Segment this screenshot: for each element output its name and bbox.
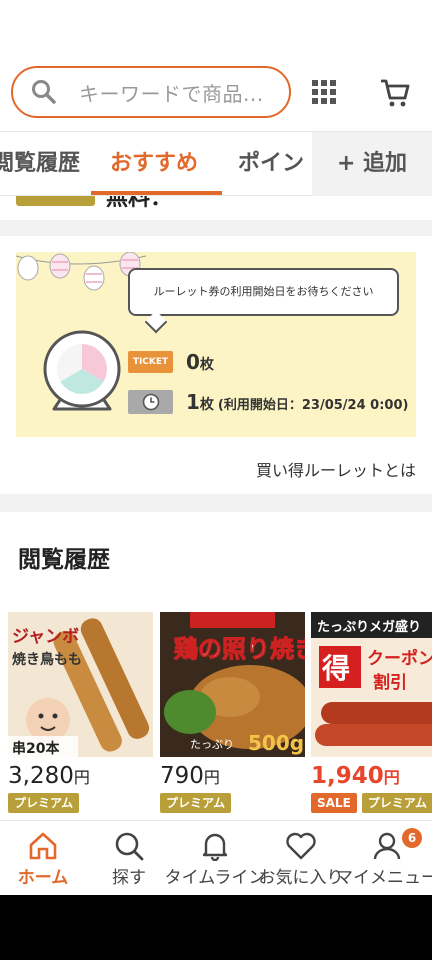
search-icon: [115, 832, 144, 861]
home-icon: [29, 832, 57, 860]
user-icon: [373, 832, 401, 860]
svg-text:割引: 割引: [373, 672, 407, 693]
svg-text:たっぷり: たっぷり: [190, 738, 234, 751]
notification-badge: 6: [402, 828, 422, 848]
roulette-wheel-icon: [43, 330, 121, 411]
product-image: たっぷりメガ盛り 得 クーポン 割引: [311, 612, 432, 757]
ticket-icon: TICKET: [128, 351, 173, 373]
tab-points[interactable]: ポイン: [238, 132, 304, 196]
ticket-count: 0: [186, 350, 200, 374]
pending-count: 1: [186, 390, 200, 414]
ticket-row: TICKET 0枚: [128, 350, 214, 374]
search-bar[interactable]: キーワードで商品...: [11, 66, 291, 118]
search-icon: [32, 80, 56, 104]
svg-text:串20本: 串20本: [12, 740, 60, 757]
product-image: 鶏の照り焼き たっぷり 500g: [160, 612, 305, 757]
history-title: 閲覧履歴: [18, 547, 110, 573]
premium-badge: プレミアム: [8, 793, 80, 813]
product-card[interactable]: 鶏の照り焼き たっぷり 500g 790円 プレミアム: [160, 612, 305, 813]
search-input[interactable]: キーワードで商品...: [79, 78, 264, 107]
heart-icon: [286, 832, 316, 860]
pending-start-date: (利用開始日：23/05/24 0:00): [217, 398, 409, 413]
premium-badge: プレミアム: [160, 793, 232, 813]
add-tab-button[interactable]: + 追加: [312, 132, 432, 196]
tab-history[interactable]: 閲覧履歴: [0, 132, 80, 196]
roulette-message-bubble: ルーレット券の利用開始日をお待ちください: [128, 268, 399, 316]
pending-ticket-row: 1枚 (利用開始日：23/05/24 0:00): [128, 390, 408, 414]
nav-favorites[interactable]: お気に入り: [258, 821, 344, 895]
ticket-unit: 枚: [199, 357, 214, 373]
product-price: 790円: [160, 763, 220, 789]
nav-home[interactable]: ホーム: [0, 821, 86, 895]
nav-my-menu[interactable]: 6 マイメニュー: [336, 821, 432, 895]
pending-unit: 枚: [199, 397, 214, 413]
active-tab-indicator: [91, 191, 222, 195]
clock-icon: [128, 390, 173, 414]
roulette-card: ルーレット券の利用開始日をお待ちください TICKET 0枚 1枚 (利用開始日：…: [16, 252, 416, 437]
product-image: ジャンボ 焼き鳥もも 串20本: [8, 612, 153, 757]
svg-text:得: 得: [321, 652, 350, 685]
svg-text:鶏の照り焼き: 鶏の照り焼き: [174, 635, 305, 663]
svg-text:500g: 500g: [248, 731, 304, 755]
section-divider: [0, 220, 432, 236]
nav-timeline[interactable]: タイムライン: [165, 821, 265, 895]
nav-search[interactable]: 探す: [86, 821, 172, 895]
svg-text:たっぷりメガ盛り: たっぷりメガ盛り: [317, 619, 421, 635]
app-screen: キーワードで商品... 閲覧履歴 おすすめ ポイン + 追加 無料： ルーレット…: [0, 0, 432, 895]
product-price: 1,940円: [311, 763, 400, 789]
roulette-info-link[interactable]: 買い得ルーレットとは: [256, 457, 416, 481]
svg-text:焼き鳥もも: 焼き鳥もも: [12, 651, 82, 668]
svg-text:クーポン: クーポン: [367, 648, 432, 669]
product-card[interactable]: たっぷりメガ盛り 得 クーポン 割引 1,940円 SALE プレミアム: [311, 612, 432, 813]
bell-icon: [202, 833, 228, 862]
product-price: 3,280円: [8, 763, 90, 789]
tab-recommended[interactable]: おすすめ: [110, 132, 198, 196]
svg-text:ジャンボ: ジャンボ: [12, 627, 79, 647]
partial-badge: [16, 196, 95, 206]
premium-badge: プレミアム: [361, 793, 432, 813]
bottom-navigation: ホーム 探す タイムライン お気に入り 6 マイメニュー: [0, 820, 432, 895]
sale-badge: SALE: [311, 793, 357, 813]
product-card[interactable]: ジャンボ 焼き鳥もも 串20本 3,280円 プレミアム: [8, 612, 153, 813]
cart-icon[interactable]: [379, 77, 411, 109]
grid-menu-icon[interactable]: [312, 80, 336, 104]
section-divider: [0, 494, 432, 512]
partial-row-text: 無料：: [106, 196, 173, 211]
nav-label: マイメニュー: [336, 868, 432, 888]
category-tabs: 閲覧履歴 おすすめ ポイン + 追加: [0, 131, 432, 196]
partial-row: 無料：: [0, 196, 432, 222]
